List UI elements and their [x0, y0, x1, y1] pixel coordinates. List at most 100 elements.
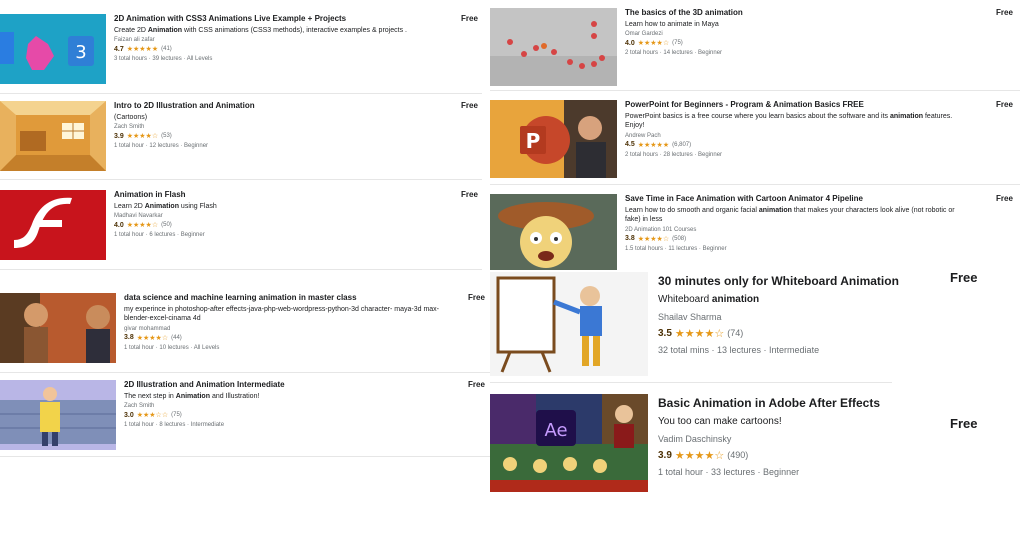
review-count: (490): [727, 450, 749, 460]
rating-row: 4.7 ★★★★★ (41): [114, 45, 454, 54]
rating-value: 4.0: [114, 221, 124, 229]
divider: [0, 456, 490, 457]
divider: [0, 269, 482, 270]
course-description: Learn 2D Animation using Flash: [114, 203, 217, 210]
course-description: You too can make cartoons!: [658, 416, 782, 427]
course-thumbnail[interactable]: P: [490, 100, 617, 178]
course-thumbnail[interactable]: [0, 380, 116, 450]
course-meta: 1 total hour · 12 lectures · Beginner: [114, 143, 209, 150]
rating-value: 3.8: [625, 235, 635, 243]
review-count: (75): [672, 40, 683, 47]
course-title[interactable]: Basic Animation in Adobe After Effects: [658, 396, 928, 411]
course-description: Whiteboard animation: [658, 294, 760, 305]
review-count: (50): [161, 222, 172, 229]
svg-text:3: 3: [75, 42, 86, 63]
course-meta: 1 total hour · 6 lectures · Beginner: [114, 232, 205, 239]
library-thumbnail-image: [0, 380, 116, 450]
course-meta: 3 total hours · 39 lectures · All Levels: [114, 56, 213, 63]
review-count: (74): [727, 328, 744, 338]
course-card[interactable]: P PowerPoint for Beginners - Program & A…: [490, 94, 1020, 185]
course-price: Free: [461, 190, 478, 199]
course-price: Free: [468, 380, 485, 389]
course-card[interactable]: Animation in Flash Learn 2D Animation us…: [0, 184, 482, 270]
course-author: givar mohammad: [124, 325, 171, 332]
course-author: 2D Animation 101 Courses: [625, 226, 697, 233]
course-price: Free: [461, 14, 478, 23]
star-rating-icon: ★★★★☆: [136, 334, 169, 342]
powerpoint-thumbnail-image: P: [490, 100, 617, 178]
course-title[interactable]: 2D Illustration and Animation Intermedia…: [124, 380, 444, 390]
course-card[interactable]: 2D Illustration and Animation Intermedia…: [0, 376, 490, 460]
rating-row: 4.0 ★★★★☆ (50): [114, 221, 454, 230]
course-title[interactable]: 30 minutes only for Whiteboard Animation: [658, 274, 928, 289]
flash-thumbnail-image: [0, 190, 106, 260]
course-price: Free: [950, 270, 978, 285]
course-thumbnail[interactable]: 3: [0, 14, 106, 84]
course-price: Free: [996, 194, 1013, 203]
review-count: (6,807): [672, 141, 692, 148]
course-description: (Cartoons): [114, 114, 148, 121]
divider: [0, 179, 482, 180]
review-count: (53): [161, 133, 172, 140]
rating-value: 3.0: [124, 411, 134, 419]
course-description: The next step in Animation and Illustrat…: [124, 393, 260, 400]
after-effects-thumbnail-image: Ae: [490, 394, 648, 492]
course-author: Shailav Sharma: [658, 311, 722, 322]
course-card[interactable]: data science and machine learning animat…: [0, 290, 490, 374]
course-meta: 2 total hours · 14 lectures · Beginner: [625, 50, 723, 57]
course-author: Zach Smith: [114, 124, 145, 131]
rating-row: 4.5 ★★★★★ (6,807): [625, 141, 965, 149]
course-author: Zach Smith: [124, 403, 155, 410]
course-author: Omar Gardezi: [625, 31, 663, 38]
course-thumbnail[interactable]: [0, 293, 116, 363]
divider: [490, 90, 1020, 91]
course-meta: 2 total hours · 28 lectures · Beginner: [625, 151, 723, 158]
course-card[interactable]: Save Time in Face Animation with Cartoon…: [490, 188, 1020, 272]
course-card[interactable]: Ae Basic Animation in Adobe After Effect…: [490, 392, 990, 496]
course-description: Learn how to do smooth and organic facia…: [625, 207, 955, 224]
review-count: (75): [171, 412, 182, 419]
course-title[interactable]: Save Time in Face Animation with Cartoon…: [625, 194, 970, 204]
divider: [0, 93, 482, 94]
star-rating-icon: ★★★★★: [126, 46, 159, 54]
course-card[interactable]: 3 2D Animation with CSS3 Animations Live…: [0, 10, 482, 94]
divider: [0, 372, 490, 373]
course-thumbnail[interactable]: [490, 272, 648, 376]
course-title[interactable]: The basics of the 3D animation: [625, 8, 965, 18]
review-count: (508): [672, 235, 687, 242]
course-description: PowerPoint basics is a free course where…: [625, 113, 953, 130]
course-price: Free: [950, 416, 978, 431]
course-author: Vadim Daschinsky: [658, 433, 732, 444]
course-title[interactable]: Animation in Flash: [114, 190, 454, 200]
divider: [490, 184, 1020, 185]
course-title[interactable]: PowerPoint for Beginners - Program & Ani…: [625, 100, 965, 110]
course-description: Create 2D Animation with CSS animations …: [114, 27, 407, 34]
course-thumbnail[interactable]: Ae: [490, 394, 648, 492]
course-description: Learn how to animate in Maya: [625, 21, 719, 28]
css3-thumbnail-image: 3: [0, 14, 106, 84]
course-thumbnail[interactable]: [490, 8, 617, 86]
room-thumbnail-image: [0, 101, 106, 171]
review-count: (41): [161, 46, 172, 53]
course-meta: 32 total mins · 13 lectures · Intermedia…: [658, 344, 820, 355]
course-title[interactable]: Intro to 2D Illustration and Animation: [114, 101, 454, 111]
star-rating-icon: ★★★★☆: [126, 133, 159, 141]
rating-value: 3.5: [658, 327, 672, 339]
rating-row: 3.9 ★★★★☆ (53): [114, 132, 454, 141]
course-thumbnail[interactable]: [0, 190, 106, 260]
course-card[interactable]: The basics of the 3D animation Learn how…: [490, 4, 1020, 92]
course-title[interactable]: data science and machine learning animat…: [124, 293, 444, 303]
course-price: Free: [996, 100, 1013, 109]
rating-row: 3.0 ★★★☆☆ (75): [124, 411, 444, 420]
course-card[interactable]: Intro to 2D Illustration and Animation (…: [0, 96, 482, 180]
course-thumbnail[interactable]: [0, 101, 106, 171]
course-card[interactable]: 30 minutes only for Whiteboard Animation…: [490, 270, 990, 384]
star-rating-icon: ★★★★★: [637, 141, 670, 149]
course-title[interactable]: 2D Animation with CSS3 Animations Live E…: [114, 14, 454, 24]
rating-row: 3.5 ★★★★☆ (74): [658, 327, 928, 340]
rating-value: 3.8: [124, 334, 134, 342]
balls-thumbnail-image: [490, 8, 617, 86]
course-meta: 1 total hour · 10 lectures · All Levels: [124, 344, 220, 351]
course-thumbnail[interactable]: [490, 194, 617, 270]
divider: [490, 382, 892, 383]
